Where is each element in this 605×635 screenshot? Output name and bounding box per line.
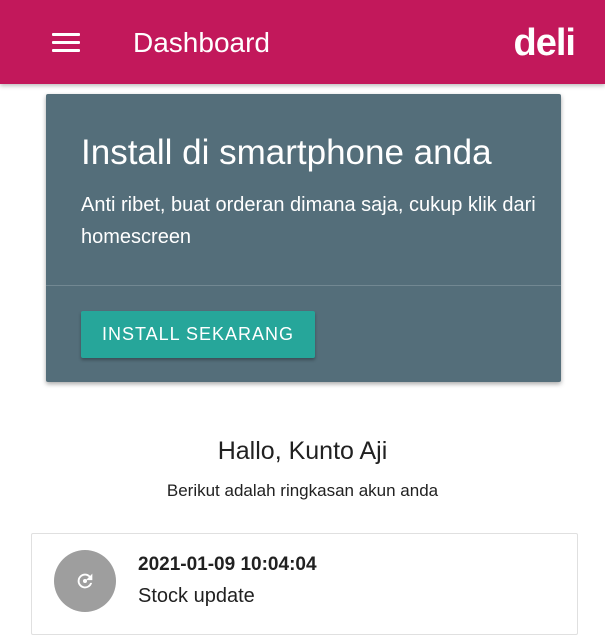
card-divider <box>46 285 561 286</box>
activity-timestamp: 2021-01-09 10:04:04 <box>138 554 317 575</box>
activity-list-item[interactable]: 2021-01-09 10:04:04 Stock update <box>31 533 578 635</box>
activity-title: Stock update <box>138 585 255 607</box>
page-title: Dashboard <box>133 27 270 58</box>
refresh-icon <box>77 573 93 589</box>
install-card: Install di smartphone anda Anti ribet, b… <box>46 94 561 382</box>
deli-logo[interactable]: deli <box>514 22 576 64</box>
greeting-heading: Hallo, Kunto Aji <box>217 437 388 465</box>
install-card-title: Install di smartphone anda <box>81 133 492 172</box>
account-summary-text: Berikut adalah ringkasan akun anda <box>166 481 439 500</box>
install-card-text: Anti ribet, buat orderan dimana saja, cu… <box>81 194 536 248</box>
hamburger-menu-icon[interactable] <box>52 33 80 53</box>
app-bar: Dashboard deli <box>0 0 605 84</box>
activity-avatar <box>54 550 116 612</box>
install-now-button[interactable]: INSTALL SEKARANG <box>81 311 315 358</box>
